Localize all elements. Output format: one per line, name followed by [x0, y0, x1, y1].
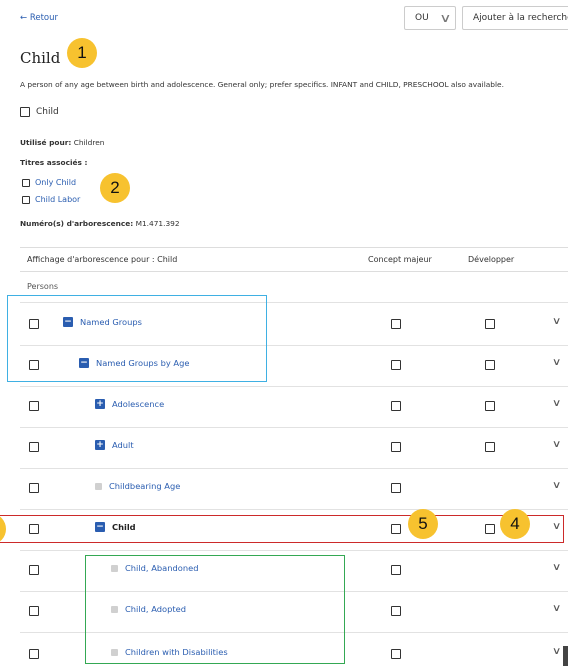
back-link[interactable]: ← Retour: [20, 13, 58, 23]
expand-checkbox[interactable]: [485, 319, 495, 329]
annotation-badge-4: 4: [500, 509, 530, 539]
row-checkbox[interactable]: [29, 606, 39, 616]
related-item-only-child[interactable]: Only Child: [22, 178, 76, 187]
major-concept-checkbox[interactable]: [391, 401, 401, 411]
row-checkbox[interactable]: [29, 401, 39, 411]
major-concept-checkbox[interactable]: [391, 483, 401, 493]
major-concept-checkbox[interactable]: [391, 360, 401, 370]
used-for: Utilisé pour: Children: [20, 138, 104, 147]
column-header-major: Concept majeur: [368, 255, 432, 264]
highlight-box-blue: [7, 295, 267, 382]
highlight-box-green: [85, 555, 345, 664]
major-concept-checkbox[interactable]: [391, 606, 401, 616]
term-checkbox-row[interactable]: Child: [20, 107, 59, 117]
divider: [20, 271, 568, 272]
term-description: A person of any age between birth and ad…: [20, 80, 504, 89]
major-concept-checkbox[interactable]: [391, 319, 401, 329]
expand-checkbox[interactable]: [485, 442, 495, 452]
term-checkbox[interactable]: [20, 107, 30, 117]
tree-number-value: M1.471.392: [135, 219, 180, 228]
plus-icon[interactable]: +: [95, 399, 105, 409]
row-checkbox[interactable]: [29, 565, 39, 575]
term-checkbox-label: Child: [36, 107, 59, 117]
chevron-down-icon[interactable]: ∨: [552, 439, 562, 450]
tree-root-label: Persons: [27, 282, 59, 291]
row-checkbox[interactable]: [29, 483, 39, 493]
tree-node[interactable]: + Adolescence: [95, 399, 164, 409]
table-row: + Adolescence ∨: [0, 386, 568, 426]
chevron-down-icon[interactable]: ∨: [552, 646, 562, 657]
used-for-value: Children: [73, 138, 105, 147]
related-headings-label: Titres associés :: [20, 158, 88, 167]
highlight-box-red: [0, 515, 564, 543]
expand-checkbox[interactable]: [485, 360, 495, 370]
column-header-expand: Développer: [468, 255, 515, 264]
major-concept-checkbox[interactable]: [391, 442, 401, 452]
scrollbar-thumb[interactable]: [563, 646, 568, 666]
plus-icon[interactable]: +: [95, 440, 105, 450]
tree-number: Numéro(s) d'arborescence: M1.471.392: [20, 219, 180, 228]
tree-node-label[interactable]: Adolescence: [112, 399, 164, 409]
row-checkbox[interactable]: [29, 649, 39, 659]
chevron-down-icon[interactable]: ∨: [552, 316, 562, 327]
table-row: + Adult ∨: [0, 427, 568, 467]
expand-checkbox[interactable]: [485, 401, 495, 411]
tree-node-label[interactable]: Childbearing Age: [109, 481, 180, 491]
annotation-badge-5: 5: [408, 509, 438, 539]
related-link[interactable]: Child Labor: [35, 195, 80, 204]
tree-node[interactable]: Childbearing Age: [95, 481, 180, 491]
row-checkbox[interactable]: [29, 442, 39, 452]
chevron-down-icon[interactable]: ∨: [552, 398, 562, 409]
chevron-down-icon[interactable]: ∨: [552, 480, 562, 491]
tree-node[interactable]: + Adult: [95, 440, 134, 450]
chevron-down-icon[interactable]: ∨: [552, 603, 562, 614]
chevron-down-icon: ∨: [438, 11, 452, 25]
related-checkbox[interactable]: [22, 178, 30, 187]
column-header-term: Affichage d'arborescence pour : Child: [27, 255, 178, 264]
tree-number-label: Numéro(s) d'arborescence:: [20, 219, 134, 228]
operator-value: OU: [415, 13, 429, 23]
chevron-down-icon[interactable]: ∨: [552, 357, 562, 368]
related-link[interactable]: Only Child: [35, 178, 76, 187]
page-title: Child: [20, 49, 61, 67]
leaf-icon: [95, 482, 102, 490]
related-item-child-labor[interactable]: Child Labor: [22, 195, 80, 204]
major-concept-checkbox[interactable]: [391, 565, 401, 575]
major-concept-checkbox[interactable]: [391, 649, 401, 659]
divider: [20, 247, 568, 248]
related-checkbox[interactable]: [22, 195, 30, 204]
used-for-label: Utilisé pour:: [20, 138, 72, 147]
table-row: Childbearing Age ∨: [0, 468, 568, 508]
annotation-badge-1: 1: [67, 38, 97, 68]
annotation-badge-2: 2: [100, 173, 130, 203]
operator-select[interactable]: OU ∨: [404, 6, 456, 30]
chevron-down-icon[interactable]: ∨: [552, 562, 562, 573]
add-to-search-button[interactable]: Ajouter à la recherche: [462, 6, 568, 30]
tree-node-label[interactable]: Adult: [112, 440, 134, 450]
